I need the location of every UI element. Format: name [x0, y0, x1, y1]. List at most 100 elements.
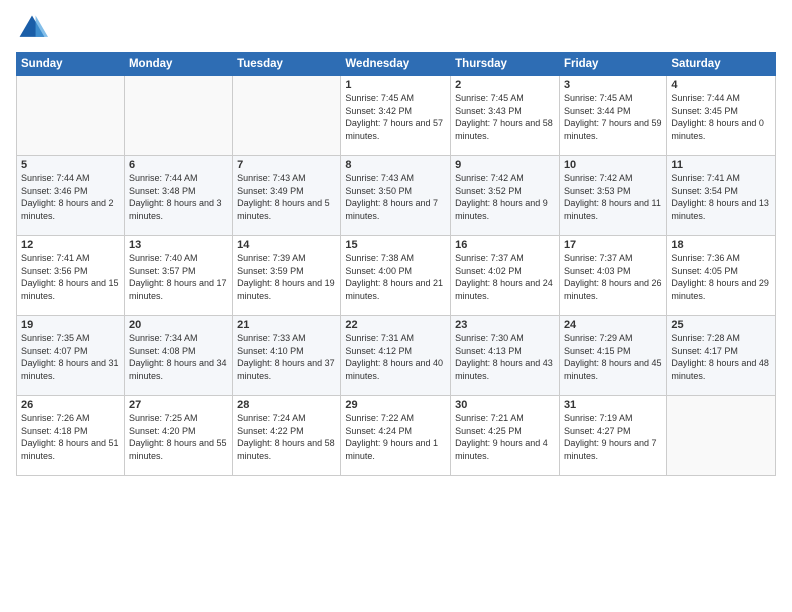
day-number: 15	[345, 239, 446, 251]
calendar-cell: 5Sunrise: 7:44 AM Sunset: 3:46 PM Daylig…	[17, 156, 125, 236]
calendar-cell: 3Sunrise: 7:45 AM Sunset: 3:44 PM Daylig…	[559, 76, 666, 156]
calendar-cell: 20Sunrise: 7:34 AM Sunset: 4:08 PM Dayli…	[124, 316, 232, 396]
day-number: 22	[345, 319, 446, 331]
day-info: Sunrise: 7:45 AM Sunset: 3:42 PM Dayligh…	[345, 92, 446, 142]
day-number: 30	[455, 399, 555, 411]
day-number: 16	[455, 239, 555, 251]
weekday-header-sunday: Sunday	[17, 53, 125, 76]
day-number: 28	[237, 399, 336, 411]
day-info: Sunrise: 7:44 AM Sunset: 3:48 PM Dayligh…	[129, 172, 228, 222]
day-info: Sunrise: 7:44 AM Sunset: 3:45 PM Dayligh…	[671, 92, 771, 142]
day-info: Sunrise: 7:40 AM Sunset: 3:57 PM Dayligh…	[129, 252, 228, 302]
day-info: Sunrise: 7:45 AM Sunset: 3:43 PM Dayligh…	[455, 92, 555, 142]
day-info: Sunrise: 7:42 AM Sunset: 3:53 PM Dayligh…	[564, 172, 662, 222]
day-number: 18	[671, 239, 771, 251]
calendar-week-4: 19Sunrise: 7:35 AM Sunset: 4:07 PM Dayli…	[17, 316, 776, 396]
day-number: 17	[564, 239, 662, 251]
day-info: Sunrise: 7:28 AM Sunset: 4:17 PM Dayligh…	[671, 332, 771, 382]
day-info: Sunrise: 7:39 AM Sunset: 3:59 PM Dayligh…	[237, 252, 336, 302]
calendar-cell: 28Sunrise: 7:24 AM Sunset: 4:22 PM Dayli…	[233, 396, 341, 476]
calendar-cell: 27Sunrise: 7:25 AM Sunset: 4:20 PM Dayli…	[124, 396, 232, 476]
calendar-cell: 30Sunrise: 7:21 AM Sunset: 4:25 PM Dayli…	[451, 396, 560, 476]
calendar-cell: 13Sunrise: 7:40 AM Sunset: 3:57 PM Dayli…	[124, 236, 232, 316]
calendar-cell: 16Sunrise: 7:37 AM Sunset: 4:02 PM Dayli…	[451, 236, 560, 316]
calendar-cell: 22Sunrise: 7:31 AM Sunset: 4:12 PM Dayli…	[341, 316, 451, 396]
calendar-cell: 12Sunrise: 7:41 AM Sunset: 3:56 PM Dayli…	[17, 236, 125, 316]
day-info: Sunrise: 7:37 AM Sunset: 4:02 PM Dayligh…	[455, 252, 555, 302]
calendar-cell	[667, 396, 776, 476]
day-number: 13	[129, 239, 228, 251]
calendar-cell: 29Sunrise: 7:22 AM Sunset: 4:24 PM Dayli…	[341, 396, 451, 476]
calendar-cell: 31Sunrise: 7:19 AM Sunset: 4:27 PM Dayli…	[559, 396, 666, 476]
day-number: 19	[21, 319, 120, 331]
calendar-week-5: 26Sunrise: 7:26 AM Sunset: 4:18 PM Dayli…	[17, 396, 776, 476]
day-info: Sunrise: 7:35 AM Sunset: 4:07 PM Dayligh…	[21, 332, 120, 382]
calendar-cell: 1Sunrise: 7:45 AM Sunset: 3:42 PM Daylig…	[341, 76, 451, 156]
calendar-cell: 6Sunrise: 7:44 AM Sunset: 3:48 PM Daylig…	[124, 156, 232, 236]
day-number: 11	[671, 159, 771, 171]
day-info: Sunrise: 7:42 AM Sunset: 3:52 PM Dayligh…	[455, 172, 555, 222]
calendar-cell	[17, 76, 125, 156]
calendar-cell	[124, 76, 232, 156]
calendar-cell: 11Sunrise: 7:41 AM Sunset: 3:54 PM Dayli…	[667, 156, 776, 236]
calendar-header: SundayMondayTuesdayWednesdayThursdayFrid…	[17, 53, 776, 76]
day-number: 8	[345, 159, 446, 171]
page: SundayMondayTuesdayWednesdayThursdayFrid…	[0, 0, 792, 612]
calendar-cell: 7Sunrise: 7:43 AM Sunset: 3:49 PM Daylig…	[233, 156, 341, 236]
day-info: Sunrise: 7:22 AM Sunset: 4:24 PM Dayligh…	[345, 412, 446, 462]
calendar-cell: 21Sunrise: 7:33 AM Sunset: 4:10 PM Dayli…	[233, 316, 341, 396]
day-number: 12	[21, 239, 120, 251]
calendar-cell: 15Sunrise: 7:38 AM Sunset: 4:00 PM Dayli…	[341, 236, 451, 316]
calendar-cell: 8Sunrise: 7:43 AM Sunset: 3:50 PM Daylig…	[341, 156, 451, 236]
calendar-cell: 10Sunrise: 7:42 AM Sunset: 3:53 PM Dayli…	[559, 156, 666, 236]
day-info: Sunrise: 7:26 AM Sunset: 4:18 PM Dayligh…	[21, 412, 120, 462]
logo	[16, 12, 52, 44]
calendar-body: 1Sunrise: 7:45 AM Sunset: 3:42 PM Daylig…	[17, 76, 776, 476]
day-info: Sunrise: 7:41 AM Sunset: 3:54 PM Dayligh…	[671, 172, 771, 222]
calendar-cell: 17Sunrise: 7:37 AM Sunset: 4:03 PM Dayli…	[559, 236, 666, 316]
calendar-cell: 14Sunrise: 7:39 AM Sunset: 3:59 PM Dayli…	[233, 236, 341, 316]
calendar-cell: 9Sunrise: 7:42 AM Sunset: 3:52 PM Daylig…	[451, 156, 560, 236]
day-number: 23	[455, 319, 555, 331]
calendar-week-1: 1Sunrise: 7:45 AM Sunset: 3:42 PM Daylig…	[17, 76, 776, 156]
weekday-header-wednesday: Wednesday	[341, 53, 451, 76]
day-number: 6	[129, 159, 228, 171]
weekday-header-tuesday: Tuesday	[233, 53, 341, 76]
day-number: 3	[564, 79, 662, 91]
day-number: 25	[671, 319, 771, 331]
day-info: Sunrise: 7:45 AM Sunset: 3:44 PM Dayligh…	[564, 92, 662, 142]
day-info: Sunrise: 7:38 AM Sunset: 4:00 PM Dayligh…	[345, 252, 446, 302]
weekday-header-thursday: Thursday	[451, 53, 560, 76]
calendar-cell: 19Sunrise: 7:35 AM Sunset: 4:07 PM Dayli…	[17, 316, 125, 396]
day-info: Sunrise: 7:34 AM Sunset: 4:08 PM Dayligh…	[129, 332, 228, 382]
day-number: 14	[237, 239, 336, 251]
day-info: Sunrise: 7:43 AM Sunset: 3:50 PM Dayligh…	[345, 172, 446, 222]
day-info: Sunrise: 7:24 AM Sunset: 4:22 PM Dayligh…	[237, 412, 336, 462]
calendar-week-3: 12Sunrise: 7:41 AM Sunset: 3:56 PM Dayli…	[17, 236, 776, 316]
day-info: Sunrise: 7:36 AM Sunset: 4:05 PM Dayligh…	[671, 252, 771, 302]
day-number: 7	[237, 159, 336, 171]
calendar-cell: 23Sunrise: 7:30 AM Sunset: 4:13 PM Dayli…	[451, 316, 560, 396]
calendar-cell: 2Sunrise: 7:45 AM Sunset: 3:43 PM Daylig…	[451, 76, 560, 156]
day-number: 4	[671, 79, 771, 91]
day-number: 20	[129, 319, 228, 331]
day-number: 27	[129, 399, 228, 411]
day-info: Sunrise: 7:30 AM Sunset: 4:13 PM Dayligh…	[455, 332, 555, 382]
calendar-cell: 4Sunrise: 7:44 AM Sunset: 3:45 PM Daylig…	[667, 76, 776, 156]
logo-icon	[16, 12, 48, 44]
day-info: Sunrise: 7:25 AM Sunset: 4:20 PM Dayligh…	[129, 412, 228, 462]
day-info: Sunrise: 7:29 AM Sunset: 4:15 PM Dayligh…	[564, 332, 662, 382]
calendar-cell: 24Sunrise: 7:29 AM Sunset: 4:15 PM Dayli…	[559, 316, 666, 396]
day-info: Sunrise: 7:31 AM Sunset: 4:12 PM Dayligh…	[345, 332, 446, 382]
day-info: Sunrise: 7:19 AM Sunset: 4:27 PM Dayligh…	[564, 412, 662, 462]
calendar-week-2: 5Sunrise: 7:44 AM Sunset: 3:46 PM Daylig…	[17, 156, 776, 236]
day-number: 21	[237, 319, 336, 331]
weekday-header-friday: Friday	[559, 53, 666, 76]
day-number: 9	[455, 159, 555, 171]
day-number: 31	[564, 399, 662, 411]
day-info: Sunrise: 7:43 AM Sunset: 3:49 PM Dayligh…	[237, 172, 336, 222]
weekday-header-monday: Monday	[124, 53, 232, 76]
day-info: Sunrise: 7:41 AM Sunset: 3:56 PM Dayligh…	[21, 252, 120, 302]
day-info: Sunrise: 7:21 AM Sunset: 4:25 PM Dayligh…	[455, 412, 555, 462]
day-info: Sunrise: 7:37 AM Sunset: 4:03 PM Dayligh…	[564, 252, 662, 302]
